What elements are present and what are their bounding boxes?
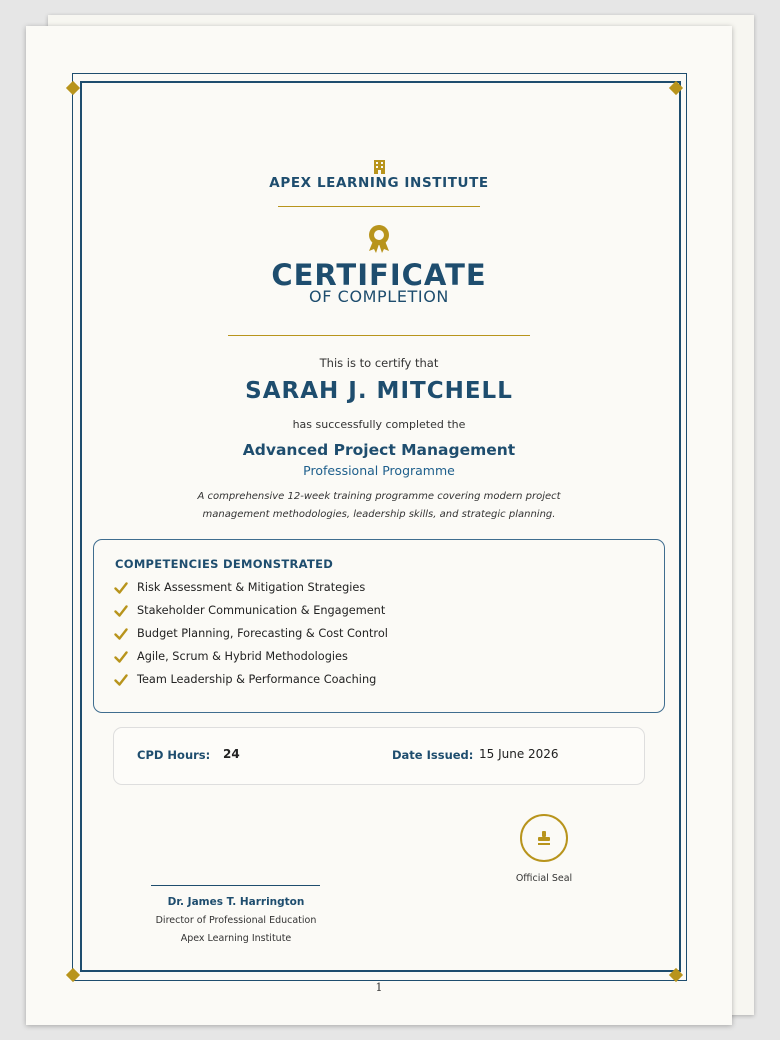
signatory-title: Director of Professional Education	[155, 915, 317, 926]
competencies-title: COMPETENCIES DEMONSTRATED	[115, 557, 334, 571]
cpd-hours-label: CPD Hours:	[137, 748, 211, 762]
completed-text: has successfully completed the	[292, 418, 466, 431]
certificate-subtitle: OF COMPLETION	[309, 287, 449, 306]
signatory-name: Dr. James T. Harrington	[167, 896, 305, 908]
details-box: CPD Hours: 24 Date Issued: 15 June 2026	[113, 727, 645, 785]
certificate-content: APEX LEARNING INSTITUTE CERTIFICATE OF C…	[26, 26, 732, 1025]
date-issued-label: Date Issued:	[392, 748, 474, 762]
recipient-name: SARAH J. MITCHELL	[245, 378, 513, 404]
seal-label: Official Seal	[515, 873, 573, 884]
header-divider	[278, 206, 480, 207]
competency-label: Risk Assessment & Mitigation Strategies	[137, 581, 366, 594]
page-number: 1	[375, 981, 383, 994]
stamp-icon	[538, 831, 550, 845]
check-icon	[114, 674, 128, 686]
check-icon	[114, 605, 128, 617]
institution-name: APEX LEARNING INSTITUTE	[269, 175, 489, 191]
competency-label: Stakeholder Communication & Engagement	[137, 604, 386, 617]
certificate-page: APEX LEARNING INSTITUTE CERTIFICATE OF C…	[26, 26, 732, 1025]
competency-label: Budget Planning, Forecasting & Cost Cont…	[137, 627, 388, 640]
date-issued-value: 15 June 2026	[479, 747, 559, 761]
check-icon	[114, 628, 128, 640]
signature-line	[151, 885, 320, 886]
check-icon	[114, 651, 128, 663]
competency-label: Team Leadership & Performance Coaching	[137, 673, 377, 686]
list-item: Budget Planning, Forecasting & Cost Cont…	[114, 625, 388, 648]
course-description-line: A comprehensive 12-week training program…	[197, 491, 561, 502]
list-item: Team Leadership & Performance Coaching	[114, 671, 388, 694]
signatory-organization: Apex Learning Institute	[180, 933, 292, 944]
course-description: A comprehensive 12-week training program…	[26, 488, 732, 524]
course-type: Professional Programme	[303, 463, 455, 478]
list-item: Agile, Scrum & Hybrid Methodologies	[114, 648, 388, 671]
course-description-line: management methodologies, leadership ski…	[202, 509, 556, 520]
competencies-list: Risk Assessment & Mitigation Strategies …	[114, 579, 388, 694]
course-name: Advanced Project Management	[242, 441, 516, 459]
award-ribbon-icon	[26, 224, 732, 254]
certify-text: This is to certify that	[319, 356, 439, 370]
list-item: Risk Assessment & Mitigation Strategies	[114, 579, 388, 602]
check-icon	[114, 582, 128, 594]
official-seal	[520, 814, 568, 862]
competencies-box: COMPETENCIES DEMONSTRATED Risk Assessmen…	[93, 539, 665, 713]
list-item: Stakeholder Communication & Engagement	[114, 602, 388, 625]
cpd-hours-value: 24	[223, 747, 240, 761]
building-icon	[26, 159, 732, 174]
competency-label: Agile, Scrum & Hybrid Methodologies	[137, 650, 348, 663]
title-divider	[228, 335, 530, 336]
